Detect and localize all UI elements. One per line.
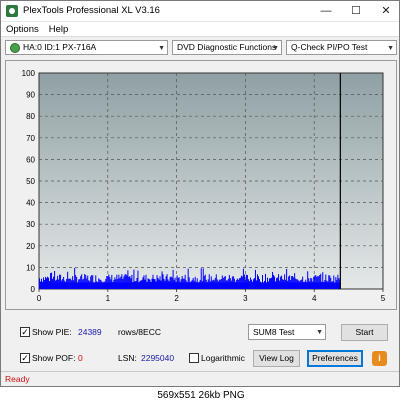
image-caption: 569x551 26kb PNG: [0, 387, 402, 404]
y-tick-label: 70: [26, 134, 35, 143]
show-pof-label: Show POF:: [32, 353, 76, 363]
plot-area: [38, 72, 384, 290]
y-tick-label: 90: [26, 91, 35, 100]
drive-icon: [10, 42, 20, 53]
chevron-down-icon: ▼: [387, 45, 394, 52]
close-button[interactable]: ✕: [371, 2, 399, 20]
sum-test-select[interactable]: SUM8 Test ▼: [248, 324, 326, 340]
menu-help[interactable]: Help: [49, 24, 69, 35]
show-pie-label: Show PIE:: [32, 327, 72, 337]
show-pie-checkbox[interactable]: ✓: [20, 327, 30, 337]
menu-options-label: Options: [6, 23, 39, 35]
menu-options[interactable]: Options: [6, 24, 39, 35]
lsn-value: 2295040: [141, 353, 175, 363]
drive-select[interactable]: HA:0 ID:1 PX-716A ▼: [5, 40, 168, 55]
app-icon: [6, 5, 18, 17]
y-tick-label: 20: [26, 242, 35, 251]
pie-unit: rows/8ECC: [118, 327, 161, 337]
menu-bar: Options Help: [1, 22, 399, 37]
function-select[interactable]: DVD Diagnostic Functions ▼: [172, 40, 282, 55]
y-tick-label: 100: [22, 69, 36, 78]
view-log-button[interactable]: View Log: [253, 350, 300, 367]
test-select-value: Q-Check PI/PO Test: [291, 42, 368, 52]
chevron-down-icon: ▼: [316, 329, 323, 336]
app-window: PlexTools Professional XL V3.16 — ☐ ✕ Op…: [0, 0, 400, 387]
pie-value: 24389: [78, 327, 102, 337]
pof-value: 0: [78, 353, 83, 363]
chevron-down-icon: ▼: [272, 45, 279, 52]
pi-po-chart: 10090807060504030201000 1 2 3 4 5: [22, 69, 386, 303]
show-pof-checkbox[interactable]: ✓: [20, 353, 30, 363]
x-tick-label: 3: [243, 294, 248, 303]
logarithmic-label: Logarithmic: [201, 353, 245, 363]
y-tick-label: 0: [31, 285, 36, 294]
pie-baseline-fill: [39, 282, 341, 289]
minimize-button[interactable]: —: [311, 2, 341, 20]
info-icon[interactable]: i: [372, 351, 387, 366]
test-select[interactable]: Q-Check PI/PO Test ▼: [286, 40, 397, 55]
menu-help-label: Help: [48, 23, 69, 35]
start-button[interactable]: Start: [341, 324, 388, 341]
y-tick-label: 40: [26, 199, 35, 208]
logarithmic-checkbox[interactable]: [189, 353, 199, 363]
y-tick-label: 30: [26, 220, 35, 229]
status-bar: Ready: [1, 371, 399, 386]
chart-panel: 100 90 80 70 60 50 40 30 20 10 0 0 1 2 3 4 5: [5, 60, 397, 310]
window-title: PlexTools Professional XL V3.16: [23, 5, 160, 16]
drive-select-value: HA:0 ID:1 PX-716A: [23, 42, 97, 52]
x-tick-label: 5: [381, 294, 386, 303]
y-tick-label: 50: [26, 177, 35, 186]
y-tick-label: 10: [26, 263, 35, 272]
maximize-button[interactable]: ☐: [341, 2, 371, 20]
y-tick-label: 60: [26, 155, 35, 164]
y-tick-label: 80: [26, 112, 35, 121]
status-text: Ready: [5, 374, 30, 384]
x-tick-label: 1: [106, 294, 111, 303]
lsn-label: LSN:: [118, 353, 137, 363]
x-tick-label: 2: [174, 294, 179, 303]
function-select-value: DVD Diagnostic Functions: [177, 42, 277, 52]
toolbar: HA:0 ID:1 PX-716A ▼ DVD Diagnostic Funct…: [1, 38, 399, 58]
preferences-button[interactable]: Preferences: [307, 350, 363, 367]
sum-test-select-value: SUM8 Test: [253, 327, 295, 337]
title-bar: PlexTools Professional XL V3.16 — ☐ ✕: [1, 1, 399, 22]
x-tick-label: 0: [37, 294, 42, 303]
x-tick-label: 4: [312, 294, 317, 303]
chevron-down-icon: ▼: [158, 45, 165, 52]
